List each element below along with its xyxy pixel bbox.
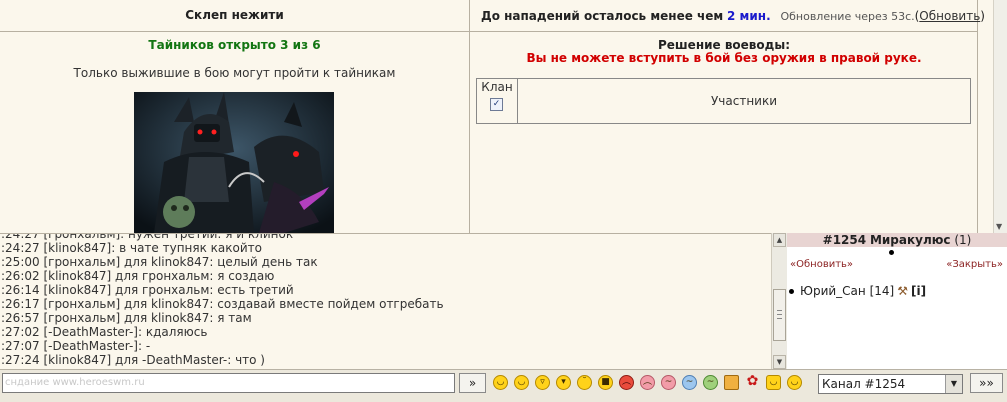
bullet-icon xyxy=(889,250,894,255)
user-name[interactable]: Юрий_Сан xyxy=(800,284,866,298)
chat-text[interactable]: [klinok847] для гронхальм: я создаю xyxy=(43,269,274,283)
column-divider-right xyxy=(977,0,978,233)
hat-smile-icon[interactable]: ◡ xyxy=(787,375,802,390)
channel-select-value: Канал #1254 xyxy=(822,377,906,391)
weapon-warning: Вы не можете вступить в бой без оружия в… xyxy=(526,51,922,65)
smile-icon[interactable]: ◡ xyxy=(493,375,508,390)
grip-line xyxy=(777,314,782,315)
chat-time: :27:02 xyxy=(1,325,40,339)
sad-icon[interactable]: ︵ xyxy=(640,375,655,390)
caches-status: Тайников открыто 3 из 6 xyxy=(148,38,321,52)
attack-timer: До нападений осталось менее чем 2 мин. О… xyxy=(481,9,985,23)
chat-text[interactable]: [klinok847] для -DeathMaster-: что ) xyxy=(43,353,265,367)
chat-text[interactable]: [гронхальм] для klinok847: целый день та… xyxy=(43,255,317,269)
nauseous-icon[interactable]: ~ xyxy=(703,375,718,390)
chat-time: :24:27 xyxy=(1,233,40,241)
channel-count: (1) xyxy=(954,233,972,247)
channel-refresh-link[interactable]: «Обновить» xyxy=(790,259,853,270)
viking-smile-icon[interactable]: ◡ xyxy=(766,375,781,390)
chat-message: :25:00 [гронхальм] для klinok847: целый … xyxy=(0,255,771,269)
chat-time: :26:02 xyxy=(1,269,40,283)
angry-icon[interactable]: ︵ xyxy=(619,375,634,390)
chat-message: :26:57 [гронхальм] для klinok847: я там xyxy=(0,311,771,325)
chat-input-watermark: сндание www.heroeswm.ru xyxy=(5,377,145,388)
chat-text[interactable]: [-DeathMaster-]: кдаляюсь xyxy=(43,325,207,339)
bullet-icon xyxy=(789,289,794,294)
chat-time: :26:17 xyxy=(1,297,40,311)
channel-user: Юрий_Сан [14] ⚒ [i] xyxy=(789,284,926,298)
chat-message: :24:27 [гронхальм]: нужен третий: я и кл… xyxy=(0,233,771,241)
commander-decision-title: Решение воеводы: xyxy=(658,38,790,52)
chat-time: :27:07 xyxy=(1,339,40,353)
clan-header: Клан xyxy=(481,80,513,94)
chat-message: :27:24 [klinok847] для -DeathMaster-: чт… xyxy=(0,353,771,367)
page-scrollbar[interactable]: ▼ xyxy=(993,0,1007,233)
chat-time: :27:24 xyxy=(1,353,40,367)
chat-time: :26:57 xyxy=(1,311,40,325)
chat-message: :26:14 [klinok847] для гронхальм: есть т… xyxy=(0,283,771,297)
user-info-link[interactable]: [i] xyxy=(911,284,926,298)
channel-select[interactable]: Канал #1254 ▼ xyxy=(818,374,963,394)
channel-close-link[interactable]: «Закрыть» xyxy=(946,259,1003,270)
row-divider xyxy=(0,31,978,32)
chat-text[interactable]: [гронхальм] для klinok847: создавай вмес… xyxy=(43,297,443,311)
chat-input-bar: сндание www.heroeswm.ru » ◡ ◡ ▿ ▾ ˘ ■ ︵ ︵ ~ ~ ~ ✿ ◡ ◡… xyxy=(0,369,1007,402)
participants-header: Участники xyxy=(710,94,778,108)
chat-text[interactable]: [klinok847]: в чате тупняк какойто xyxy=(43,241,262,255)
chat-input[interactable]: сндание www.heroeswm.ru xyxy=(2,373,455,393)
chat-message: :24:27 [klinok847]: в чате тупняк какойт… xyxy=(0,241,771,255)
grip-line xyxy=(777,318,782,319)
channel-header: #1254 Миракулюс (1) xyxy=(787,233,1007,247)
refresh-link[interactable]: Обновить xyxy=(919,9,980,23)
attack-timer-minutes: 2 мин. xyxy=(727,9,771,23)
cool-smile-icon[interactable]: ■ xyxy=(598,375,613,390)
channel-id: #1254 xyxy=(822,233,867,247)
rose-icon[interactable]: ✿ xyxy=(745,374,760,390)
laugh-icon[interactable]: ▾ xyxy=(556,375,571,390)
chat-text[interactable]: [гронхальм]: нужен третий: я и клинок xyxy=(43,234,293,241)
chat-scroll-thumb[interactable] xyxy=(773,289,786,341)
chat-message: :27:07 [-DeathMaster-]: - xyxy=(0,339,771,353)
sick-icon[interactable]: ~ xyxy=(661,375,676,390)
column-divider xyxy=(469,0,470,233)
channel-name: Миракулюс xyxy=(869,233,951,247)
chat-time: :25:00 xyxy=(1,255,40,269)
refresh-countdown: Обновление через 53с. xyxy=(780,10,915,23)
chat-time: :26:14 xyxy=(1,283,40,297)
confused-icon[interactable]: ~ xyxy=(682,375,697,390)
user-level: [14] xyxy=(869,284,895,298)
chat-message: :26:17 [гронхальм] для klinok847: создав… xyxy=(0,297,771,311)
undead-knight-image xyxy=(134,92,334,233)
chat-scroll-down-icon[interactable]: ▼ xyxy=(773,355,786,369)
location-title: Склеп нежити xyxy=(185,8,284,22)
smile-icon[interactable]: ◡ xyxy=(514,375,529,390)
chat-log: :24:27 [гронхальм]: нужен третий: я и кл… xyxy=(0,233,771,370)
chat-time: :24:27 xyxy=(1,241,40,255)
chat-scroll-up-icon[interactable]: ▲ xyxy=(773,233,786,247)
caches-note: Только выжившие в бою могут пройти к тай… xyxy=(73,66,396,80)
go-button[interactable]: »» xyxy=(970,373,1003,393)
participants-table: Клан ✓ Участники xyxy=(476,78,971,124)
chevron-down-icon[interactable]: ▼ xyxy=(945,375,962,393)
chat-text[interactable]: [-DeathMaster-]: - xyxy=(43,339,150,353)
wink-icon[interactable]: ˘ xyxy=(577,375,592,390)
big-smile-icon[interactable]: ▿ xyxy=(535,375,550,390)
scroll-down-icon[interactable]: ▼ xyxy=(996,222,1002,231)
chat-scrollbar[interactable]: ▲ ▼ xyxy=(771,233,787,369)
hammer-icon: ⚒ xyxy=(897,284,908,298)
send-button[interactable]: » xyxy=(459,373,486,393)
chat-message: :27:02 [-DeathMaster-]: кдаляюсь xyxy=(0,325,771,339)
attack-timer-text: До нападений осталось менее чем xyxy=(481,9,724,23)
chat-text[interactable]: [гронхальм] для klinok847: я там xyxy=(43,311,251,325)
location-area: Склеп нежити До нападений осталось менее… xyxy=(0,0,993,233)
chat-message: :26:02 [klinok847] для гронхальм: я созд… xyxy=(0,269,771,283)
undead-knight-illustration xyxy=(134,92,334,233)
grip-line xyxy=(777,310,782,311)
channel-panel: #1254 Миракулюс (1) «Обновить» «Закрыть»… xyxy=(787,233,1007,369)
smiles-bar: ◡ ◡ ▿ ▾ ˘ ■ ︵ ︵ ~ ~ ~ ✿ ◡ ◡ xyxy=(493,374,808,393)
clan-checkbox[interactable]: ✓ xyxy=(490,98,503,111)
chat-text[interactable]: [klinok847] для гронхальм: есть третий xyxy=(43,283,293,297)
refresh-paren-close: ) xyxy=(980,9,985,23)
beer-icon[interactable] xyxy=(724,375,739,390)
